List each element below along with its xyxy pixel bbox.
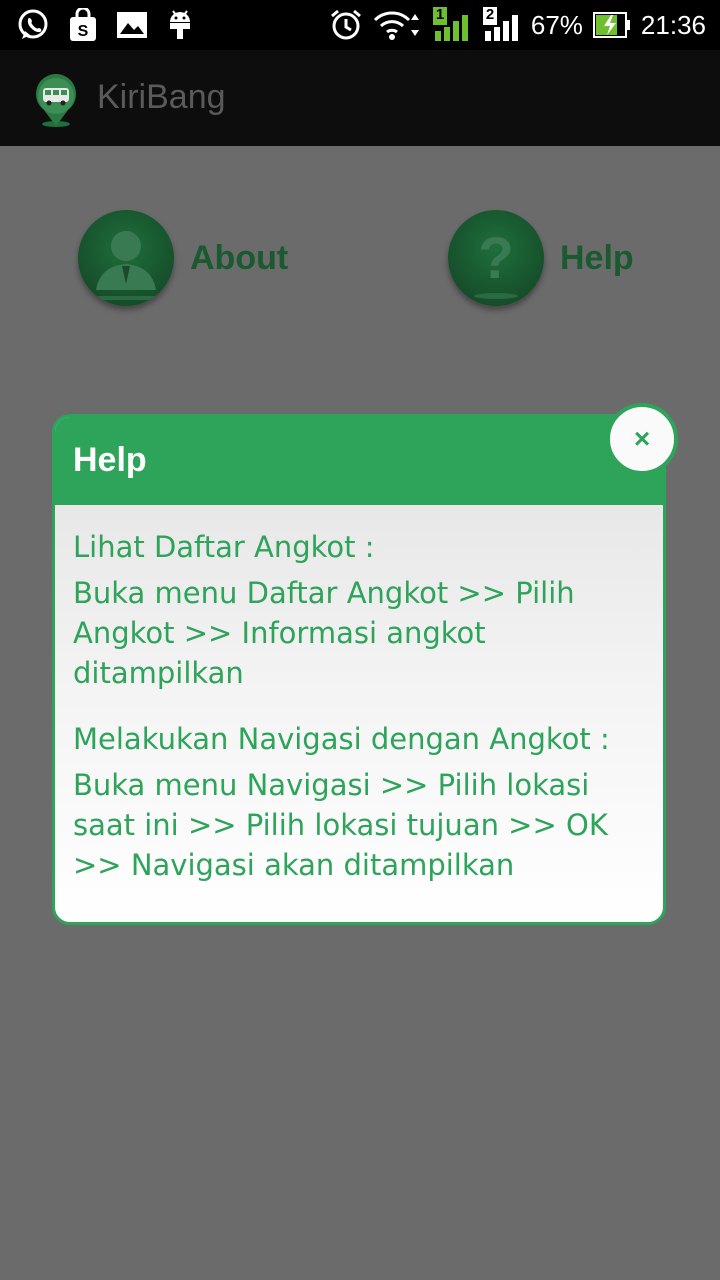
close-icon: × xyxy=(633,423,651,454)
menu-about[interactable]: About xyxy=(78,210,288,306)
shopping-bag-icon: S xyxy=(68,8,98,42)
battery-charging-icon xyxy=(592,12,631,38)
clock: 21:36 xyxy=(640,9,706,40)
svg-text:?: ? xyxy=(478,226,513,291)
app-bar: KiriBang xyxy=(0,50,720,146)
section-body-daftar-angkot: Buka menu Daftar Angkot >> Pilih Angkot … xyxy=(73,576,575,690)
dialog-body: Lihat Daftar Angkot : Buka menu Daftar A… xyxy=(73,527,643,885)
dialog-header: Help xyxy=(55,417,663,505)
svg-text:S: S xyxy=(78,23,89,40)
section-heading-daftar-angkot: Lihat Daftar Angkot : xyxy=(73,530,375,564)
about-icon xyxy=(78,210,174,306)
wifi-icon xyxy=(373,8,421,42)
alarm-icon xyxy=(329,8,363,42)
dialog-title: Help xyxy=(73,441,147,479)
close-button[interactable]: × xyxy=(606,403,678,475)
whatsapp-icon xyxy=(16,8,50,42)
section-body-navigasi: Buka menu Navigasi >> Pilih lokasi saat … xyxy=(73,768,608,882)
app-logo-icon xyxy=(30,72,82,128)
image-icon xyxy=(116,11,148,39)
app-title: KiriBang xyxy=(97,78,226,116)
notification-icons: S xyxy=(16,6,194,44)
status-bar: S 1 2 67% 21:36 xyxy=(0,0,720,50)
help-label: Help xyxy=(560,238,634,277)
section-heading-navigasi: Melakukan Navigasi dengan Angkot : xyxy=(73,722,610,756)
sim2-label: 2 xyxy=(485,6,495,23)
about-label: About xyxy=(190,238,289,277)
help-dialog: Help Lihat Daftar Angkot : Buka menu Daf… xyxy=(52,414,666,925)
menu-help[interactable]: ? Help xyxy=(448,210,634,306)
battery-percent: 67% xyxy=(530,9,583,40)
signal-sim1-icon: 1 xyxy=(431,6,471,43)
signal-sim2-icon: 2 xyxy=(481,6,521,43)
help-icon: ? xyxy=(448,210,544,306)
sim1-label: 1 xyxy=(435,6,445,23)
android-icon xyxy=(166,8,194,42)
system-icons: 1 2 67% 21:36 xyxy=(329,6,706,44)
